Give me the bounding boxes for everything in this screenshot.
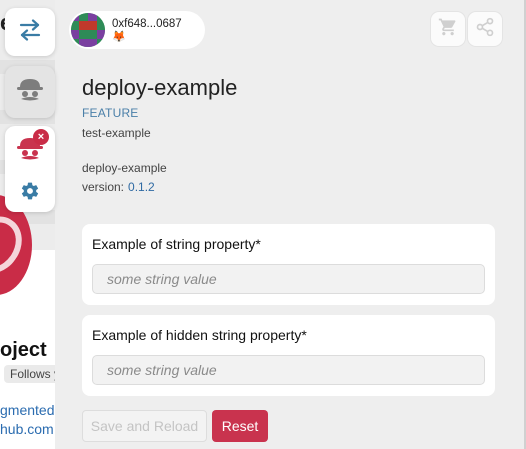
app-mascot-icon [16,77,44,108]
page-title: deploy-example [82,75,238,100]
metamask-fox-icon: 🦊 [112,31,126,43]
reset-button[interactable]: Reset [212,410,268,442]
background-link[interactable]: hub.com [0,421,54,437]
save-and-reload-button[interactable]: Save and Reload [82,410,207,442]
swap-arrows-icon [18,18,42,46]
share-button[interactable] [468,12,502,46]
sidebar-active-app[interactable]: × [5,126,55,212]
background-link[interactable]: gmented [0,402,54,418]
hidden-string-property-input[interactable] [92,355,485,385]
sidebar-app-item[interactable] [5,66,55,118]
background-follows-badge: Follows yo [4,365,60,383]
package-name: deploy-example [82,161,167,175]
string-property-card: Example of string property* [82,224,495,305]
version-label: version: [82,180,125,194]
cart-button[interactable] [431,12,465,46]
version-value: 0.1.2 [128,180,155,194]
hidden-string-property-card: Example of hidden string property* [82,315,495,396]
app-settings-panel: 0xf648...0687 🦊 deploy-example FEATURE t… [55,0,526,449]
background-project-title: oject [0,339,47,361]
swap-button[interactable] [5,8,55,56]
version-line: version: 0.1.2 [82,180,155,194]
wallet-address: 0xf648...0687 [112,18,182,30]
share-icon [475,17,495,42]
app-subtitle: test-example [82,126,151,140]
wallet-pill[interactable]: 0xf648...0687 🦊 [69,11,205,49]
string-property-input[interactable] [92,264,485,294]
category-tag: FEATURE [82,106,139,120]
string-property-label: Example of string property* [92,236,261,252]
cart-icon [438,17,458,42]
close-app-badge[interactable]: × [33,129,49,145]
gear-icon[interactable] [20,181,40,206]
avatar [71,13,105,47]
hidden-string-property-label: Example of hidden string property* [92,327,307,343]
